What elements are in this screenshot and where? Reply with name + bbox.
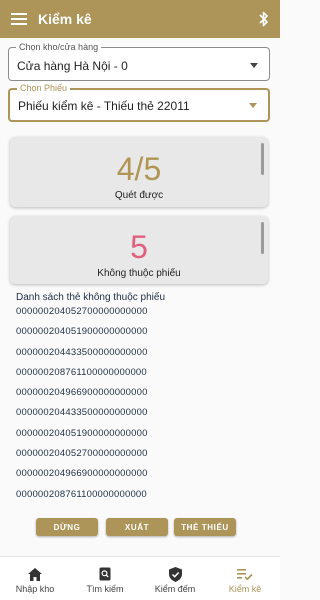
chevron-down-icon — [250, 63, 258, 68]
scanned-count-value: 4/5 — [116, 151, 162, 187]
app-bar: Kiểm kê — [0, 0, 280, 38]
nav-item-kiem-dem[interactable]: Kiểm đếm — [140, 557, 210, 600]
tag-list[interactable]: 000000204052700000000000 000000204051900… — [16, 302, 266, 505]
list-item[interactable]: 000000204051900000000000 — [16, 424, 266, 444]
list-item[interactable]: 000000204433500000000000 — [16, 403, 266, 423]
menu-icon[interactable] — [0, 0, 38, 38]
scanned-count-card: 4/5 Quét được — [10, 137, 268, 207]
nav-label: Tìm kiếm — [86, 584, 124, 594]
list-item[interactable]: 000000204051900000000000 — [16, 322, 266, 342]
chevron-down-icon — [249, 103, 257, 108]
shield-check-icon — [168, 565, 182, 583]
list-item[interactable]: 000000208761100000000000 — [16, 485, 266, 505]
outside-count-card: 5 Không thuộc phiếu — [10, 216, 268, 284]
nav-item-kiem-ke[interactable]: Kiểm kê — [210, 557, 280, 600]
card-scrollbar[interactable] — [261, 143, 264, 175]
nav-item-tim-kiem[interactable]: Tìm kiếm — [70, 557, 140, 600]
bluetooth-icon[interactable] — [248, 0, 280, 38]
stop-button[interactable]: DỪNG — [36, 518, 98, 536]
ticket-select-value: Phiếu kiểm kê - Thiếu thẻ 22011 — [18, 99, 190, 113]
page-title: Kiểm kê — [38, 11, 92, 27]
action-bar: DỪNG XUẤT THẺ THIẾU — [0, 518, 280, 538]
ticket-select-label: Chọn Phiếu — [17, 82, 71, 94]
scanned-count-caption: Quét được — [114, 190, 164, 201]
nav-label: Kiểm đếm — [154, 584, 196, 594]
export-button[interactable]: XUẤT — [106, 518, 168, 536]
bottom-nav: Nhập kho Tìm kiếm Kiểm đếm Kiểm kê — [0, 556, 280, 600]
store-select-value: Cửa hàng Hà Nội - 0 — [17, 59, 128, 73]
store-select[interactable]: Chọn kho/cửa hàng Cửa hàng Hà Nội - 0 — [8, 41, 270, 81]
nav-label: Nhập kho — [15, 584, 55, 594]
search-doc-icon — [99, 565, 111, 583]
checklist-icon — [237, 565, 253, 583]
list-item[interactable]: 000000208761100000000000 — [16, 363, 266, 383]
nav-item-nhap-kho[interactable]: Nhập kho — [0, 557, 70, 600]
store-select-label: Chọn kho/cửa hàng — [16, 41, 102, 53]
list-item[interactable]: 000000204052700000000000 — [16, 444, 266, 464]
list-item[interactable]: 000000204052700000000000 — [16, 302, 266, 322]
outside-count-caption: Không thuộc phiếu — [97, 268, 181, 279]
list-item[interactable]: 000000204966900000000000 — [16, 383, 266, 403]
nav-label: Kiểm kê — [228, 584, 262, 594]
list-item[interactable]: 000000204966900000000000 — [16, 464, 266, 484]
card-scrollbar[interactable] — [261, 222, 264, 254]
missing-tags-button[interactable]: THẺ THIẾU — [174, 518, 236, 536]
outside-count-value: 5 — [130, 229, 148, 265]
ticket-select[interactable]: Chọn Phiếu Phiếu kiểm kê - Thiếu thẻ 220… — [8, 82, 270, 122]
list-item[interactable]: 000000204433500000000000 — [16, 343, 266, 363]
home-icon — [28, 565, 42, 583]
